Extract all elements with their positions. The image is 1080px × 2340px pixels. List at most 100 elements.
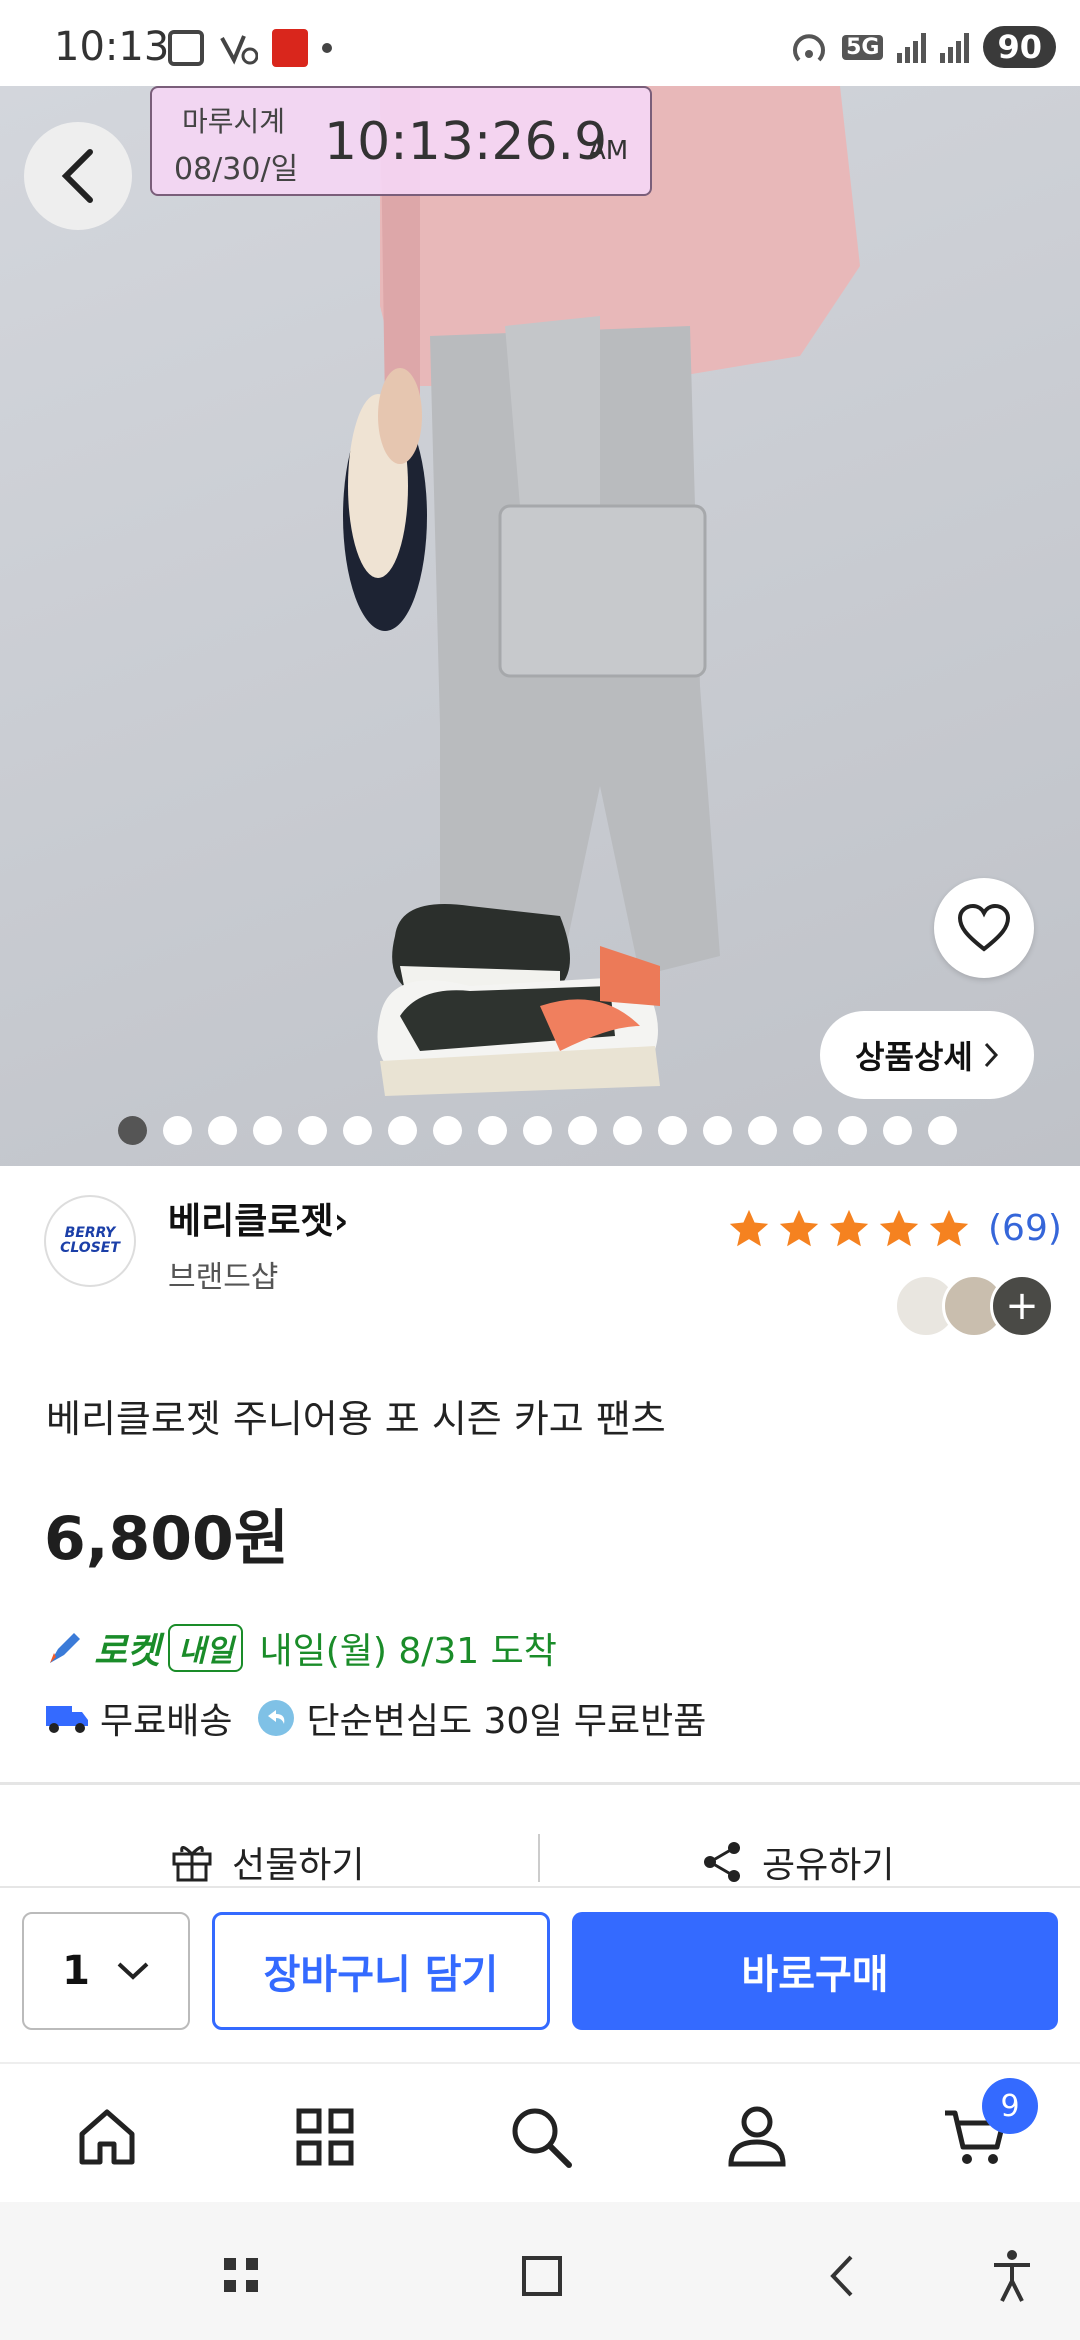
star-icon bbox=[879, 1209, 919, 1247]
clock-app-name: 마루시계 bbox=[182, 105, 286, 138]
rocket-badge: 내일 bbox=[168, 1624, 244, 1672]
buy-now-button[interactable]: 바로구매 bbox=[572, 1912, 1058, 2030]
action-divider bbox=[538, 1834, 540, 1882]
free-return: 단순변심도 30일 무료반품 bbox=[306, 1701, 707, 1742]
clock-overlay: 마루시계 08/30/일 10:13:26.9 AM bbox=[150, 86, 652, 196]
missed-call-icon bbox=[220, 35, 258, 65]
more-notifications-icon bbox=[322, 43, 332, 53]
chevron-right-icon bbox=[984, 1042, 998, 1068]
rocket-icon bbox=[50, 1633, 80, 1663]
search-icon bbox=[512, 2108, 572, 2168]
heart-icon bbox=[957, 903, 1011, 952]
recent-apps-icon bbox=[224, 2258, 258, 2292]
product-image-carousel[interactable]: 마루시계 08/30/일 10:13:26.9 AM 상품상세 bbox=[0, 86, 1080, 1166]
gift-button[interactable]: 선물하기 bbox=[170, 1836, 364, 1888]
category-icon bbox=[296, 2108, 354, 2166]
accessibility-button[interactable] bbox=[982, 2246, 1042, 2306]
carousel-dot bbox=[568, 1116, 597, 1145]
home-square-icon bbox=[522, 2256, 562, 2296]
cart-count-badge: 9 bbox=[982, 2078, 1038, 2134]
gift-label: 선물하기 bbox=[232, 1845, 365, 1886]
truck-icon bbox=[46, 1706, 88, 1733]
account-icon bbox=[728, 2106, 786, 2167]
accessibility-icon bbox=[994, 2250, 1030, 2302]
recent-apps-button[interactable] bbox=[212, 2246, 272, 2306]
purchase-bar: 1 장바구니 담기 바로구매 bbox=[0, 1886, 1080, 2062]
notification-icons bbox=[168, 28, 332, 68]
carousel-dot bbox=[253, 1116, 282, 1145]
shipping-info: 무료배송 단순변심도 30일 무료반품 bbox=[44, 1692, 706, 1744]
review-count[interactable]: (69) bbox=[988, 1208, 1062, 1249]
share-label: 공유하기 bbox=[762, 1845, 895, 1886]
gift-icon bbox=[172, 1846, 212, 1882]
rating-stars[interactable] bbox=[726, 1206, 972, 1252]
star-icon bbox=[779, 1209, 819, 1247]
star-icon bbox=[929, 1209, 969, 1247]
carousel-dot bbox=[748, 1116, 777, 1145]
logo-text-1: BERRY bbox=[64, 1225, 116, 1241]
clock-date: 08/30/일 bbox=[174, 152, 299, 187]
home-system-button[interactable] bbox=[512, 2246, 572, 2306]
product-detail-button[interactable]: 상품상세 bbox=[820, 1011, 1034, 1099]
review-more-thumb: + bbox=[990, 1274, 1054, 1338]
network-5g-icon: 5G bbox=[842, 34, 884, 60]
share-button[interactable]: 공유하기 bbox=[700, 1836, 894, 1888]
add-to-cart-button[interactable]: 장바구니 담기 bbox=[212, 1912, 550, 2030]
carousel-dot bbox=[703, 1116, 732, 1145]
review-photo-thumbnails[interactable]: + bbox=[894, 1274, 1058, 1338]
battery-level: 90 bbox=[983, 26, 1056, 68]
carousel-dot bbox=[433, 1116, 462, 1145]
carousel-dot bbox=[793, 1116, 822, 1145]
signal-icon bbox=[897, 31, 927, 63]
home-icon bbox=[79, 2109, 135, 2165]
carousel-dot bbox=[208, 1116, 237, 1145]
chevron-right-icon: › bbox=[333, 1201, 349, 1242]
carousel-dot bbox=[388, 1116, 417, 1145]
nav-search[interactable] bbox=[506, 2102, 576, 2172]
clock-ampm: AM bbox=[588, 136, 629, 166]
brand-logo[interactable]: BERRY CLOSET bbox=[44, 1195, 136, 1287]
system-navigation-bar bbox=[0, 2202, 1080, 2340]
carousel-dot bbox=[523, 1116, 552, 1145]
nav-home[interactable] bbox=[72, 2102, 142, 2172]
section-divider bbox=[0, 1782, 1080, 1785]
arrival-date: 내일(월) 8/31 도착 bbox=[259, 1631, 557, 1672]
clock-time: 10:13:26.9 bbox=[324, 112, 608, 172]
quantity-select[interactable]: 1 bbox=[22, 1912, 190, 2030]
free-shipping: 무료배송 bbox=[100, 1701, 233, 1742]
gift-share-row: 선물하기 공유하기 bbox=[0, 1828, 1080, 1888]
hotspot-icon bbox=[793, 34, 826, 62]
wishlist-button[interactable] bbox=[934, 878, 1034, 978]
product-title: 베리클로젯 주니어용 포 시즌 카고 팬츠 bbox=[46, 1397, 666, 1441]
carousel-dot bbox=[838, 1116, 867, 1145]
product-photo bbox=[343, 86, 860, 1096]
nav-account[interactable] bbox=[722, 2102, 792, 2172]
signal-icon-2 bbox=[940, 31, 970, 63]
share-icon bbox=[704, 1842, 740, 1882]
product-price: 6,800원 bbox=[44, 1504, 289, 1574]
carousel-dot bbox=[163, 1116, 192, 1145]
app-notification-icon bbox=[272, 29, 308, 67]
carousel-dot bbox=[613, 1116, 642, 1145]
back-button[interactable] bbox=[24, 122, 132, 230]
carousel-dot bbox=[118, 1116, 147, 1145]
back-system-button[interactable] bbox=[812, 2246, 872, 2306]
carousel-dot bbox=[298, 1116, 327, 1145]
carousel-dot bbox=[658, 1116, 687, 1145]
star-icon bbox=[729, 1209, 769, 1247]
seller-name: 베리클로젯 bbox=[168, 1201, 334, 1242]
system-icons: 5G 90 bbox=[790, 26, 1056, 68]
carousel-dot bbox=[478, 1116, 507, 1145]
seller-name-link[interactable]: 베리클로젯› bbox=[168, 1192, 348, 1244]
bottom-navigation bbox=[0, 2062, 1080, 2202]
product-detail-label: 상품상세 bbox=[855, 1038, 973, 1076]
seller-subtitle: 브랜드샵 bbox=[168, 1260, 279, 1295]
chevron-left-icon bbox=[61, 149, 93, 203]
return-icon bbox=[258, 1700, 295, 1736]
star-icon bbox=[829, 1209, 869, 1247]
rocket-label: 로켓 bbox=[94, 1631, 161, 1672]
nav-category[interactable] bbox=[290, 2102, 360, 2172]
status-bar: 10:13 5G 90 bbox=[0, 0, 1080, 86]
logo-text-2: CLOSET bbox=[60, 1240, 120, 1256]
rocket-delivery-info: 로켓 내일 내일(월) 8/31 도착 bbox=[44, 1622, 557, 1674]
